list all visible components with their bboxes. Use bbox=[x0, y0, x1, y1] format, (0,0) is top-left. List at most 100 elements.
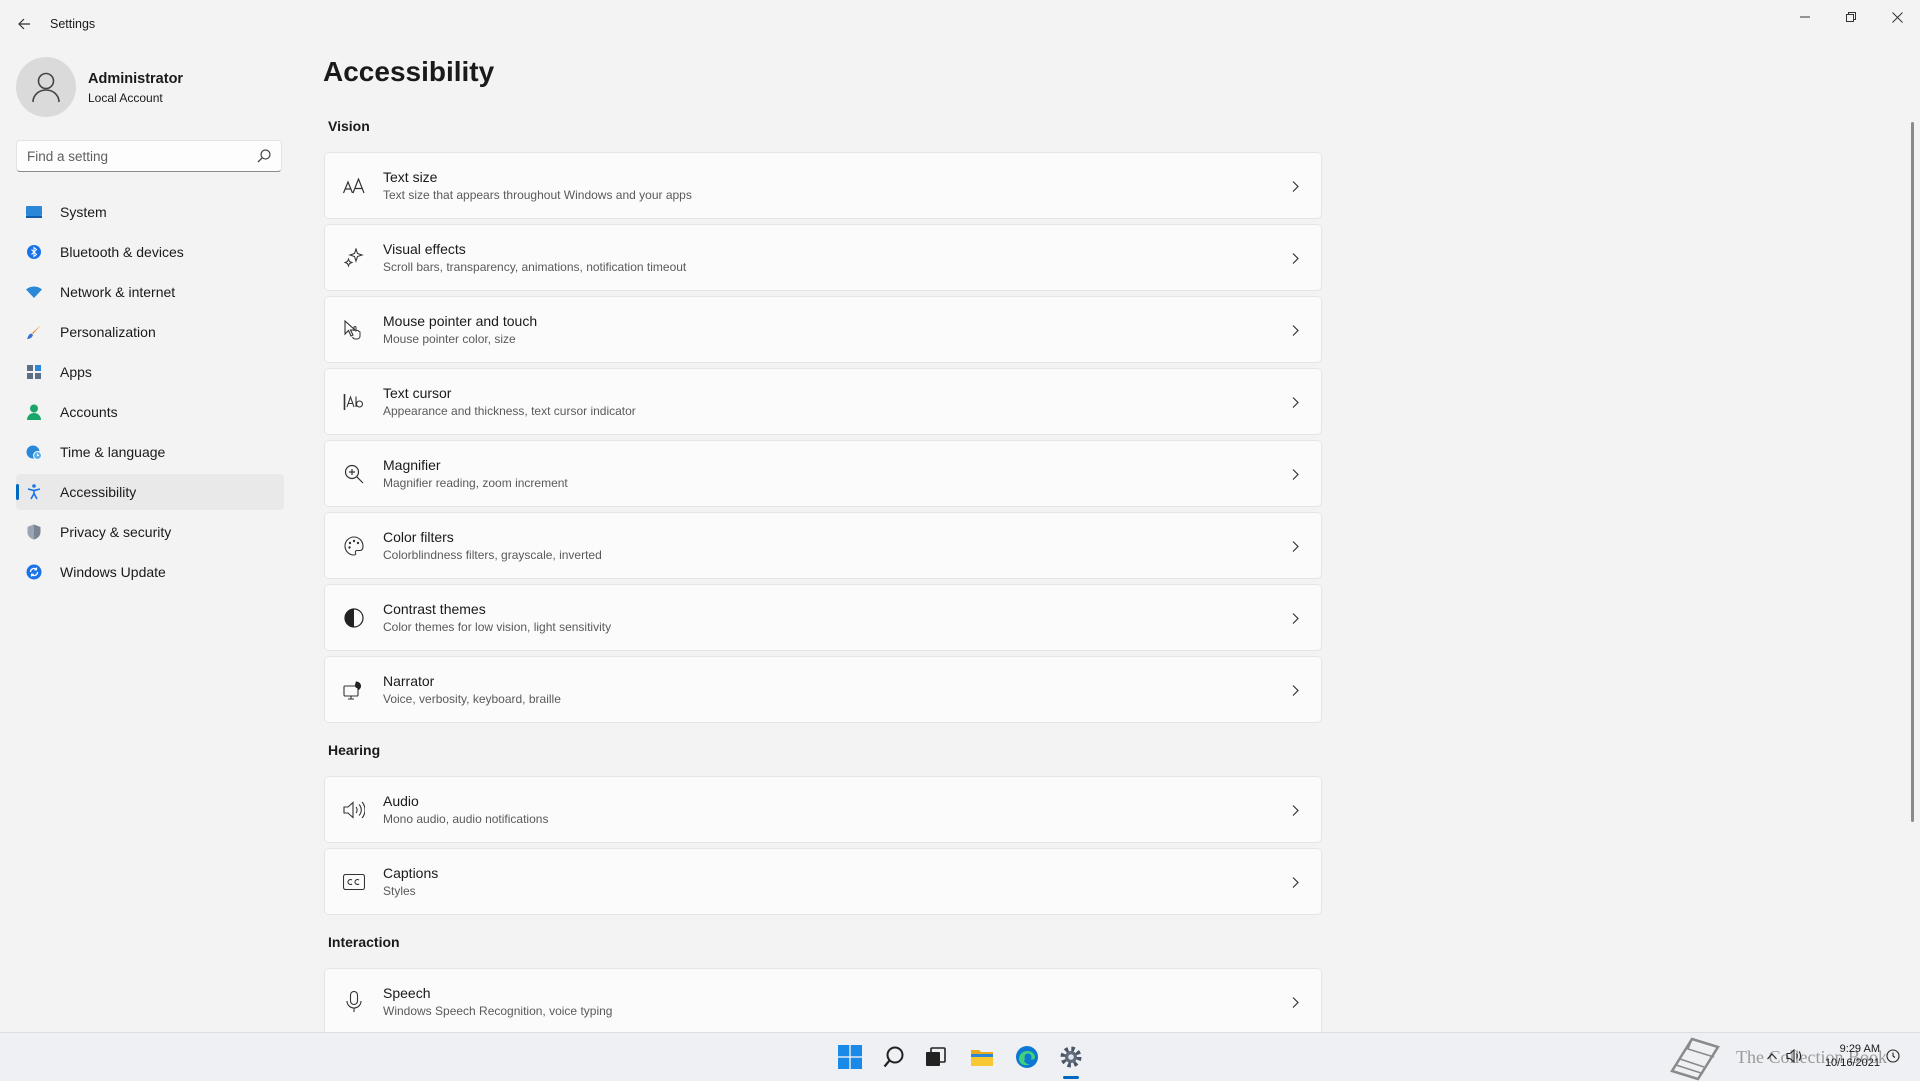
sidebar-item-time-language[interactable]: Time & language bbox=[16, 434, 284, 470]
section-title-vision: Vision bbox=[328, 118, 370, 134]
user-profile[interactable]: Administrator Local Account bbox=[16, 57, 276, 119]
sidebar-item-privacy-security[interactable]: Privacy & security bbox=[16, 514, 284, 550]
settings-taskbar-button[interactable] bbox=[1055, 1041, 1087, 1073]
sidebar-item-system[interactable]: System bbox=[16, 194, 284, 230]
close-icon bbox=[1891, 11, 1903, 23]
windows-logo-icon bbox=[838, 1045, 862, 1069]
search-icon bbox=[883, 1046, 904, 1068]
task-view-icon bbox=[926, 1047, 946, 1066]
chevron-right-icon bbox=[1289, 252, 1301, 264]
contrast-icon bbox=[343, 607, 365, 629]
chevron-right-icon bbox=[1289, 540, 1301, 552]
microphone-icon bbox=[343, 991, 365, 1013]
update-icon bbox=[26, 564, 42, 580]
palette-icon bbox=[343, 535, 365, 557]
setting-card-visual-effects[interactable]: Visual effects Scroll bars, transparency… bbox=[324, 224, 1322, 291]
start-button[interactable] bbox=[834, 1041, 866, 1073]
chevron-right-icon bbox=[1289, 180, 1301, 192]
notifications-button[interactable] bbox=[1884, 1047, 1902, 1065]
setting-card-magnifier[interactable]: Magnifier Magnifier reading, zoom increm… bbox=[324, 440, 1322, 507]
sidebar-item-apps[interactable]: Apps bbox=[16, 354, 284, 390]
setting-card-contrast-themes[interactable]: Contrast themes Color themes for low vis… bbox=[324, 584, 1322, 651]
setting-card-audio[interactable]: Audio Mono audio, audio notifications bbox=[324, 776, 1322, 843]
sidebar-item-network[interactable]: Network & internet bbox=[16, 274, 284, 310]
search-input[interactable] bbox=[17, 141, 267, 171]
chevron-right-icon bbox=[1289, 324, 1301, 336]
back-button[interactable] bbox=[12, 12, 36, 36]
speaker-icon bbox=[1786, 1049, 1802, 1063]
chevron-right-icon bbox=[1289, 468, 1301, 480]
brush-icon bbox=[26, 324, 42, 340]
avatar bbox=[16, 57, 76, 117]
folder-icon bbox=[971, 1050, 993, 1066]
setting-card-mouse-pointer[interactable]: Mouse pointer and touch Mouse pointer co… bbox=[324, 296, 1322, 363]
narrator-icon bbox=[343, 679, 365, 701]
chevron-right-icon bbox=[1289, 396, 1301, 408]
clock[interactable]: 9:29 AM 10/16/2021 bbox=[1816, 1042, 1880, 1070]
chevron-right-icon bbox=[1289, 996, 1301, 1008]
mouse-pointer-icon bbox=[343, 319, 365, 341]
book-icon bbox=[1670, 1037, 1720, 1081]
setting-card-captions[interactable]: Captions Styles bbox=[324, 848, 1322, 915]
search-box bbox=[16, 140, 282, 172]
sidebar-item-bluetooth[interactable]: Bluetooth & devices bbox=[16, 234, 284, 270]
system-icon bbox=[26, 204, 42, 220]
user-name: Administrator bbox=[88, 71, 184, 87]
edge-browser-button[interactable] bbox=[1011, 1041, 1043, 1073]
setting-card-speech[interactable]: Speech Windows Speech Recognition, voice… bbox=[324, 968, 1322, 1032]
edge-icon bbox=[1016, 1046, 1038, 1068]
sidebar-item-windows-update[interactable]: Windows Update bbox=[16, 554, 284, 590]
accessibility-icon bbox=[26, 484, 42, 500]
section-title-interaction: Interaction bbox=[328, 934, 400, 950]
restore-button[interactable] bbox=[1828, 4, 1874, 30]
gear-icon bbox=[1060, 1046, 1082, 1068]
wifi-icon bbox=[26, 284, 42, 300]
window-title: Settings bbox=[50, 17, 96, 31]
scrollbar[interactable] bbox=[1911, 122, 1914, 822]
apps-icon bbox=[26, 364, 42, 380]
search-taskbar-button[interactable] bbox=[878, 1041, 910, 1073]
tray-overflow-button[interactable] bbox=[1763, 1047, 1781, 1065]
page-title: Accessibility bbox=[323, 56, 495, 87]
chevron-right-icon bbox=[1289, 612, 1301, 624]
shield-icon bbox=[26, 524, 42, 540]
setting-card-text-size[interactable]: Text size Text size that appears through… bbox=[324, 152, 1322, 219]
chevron-right-icon bbox=[1289, 876, 1301, 888]
taskbar: The Collection Book 9:29 AM 10/16/2021 bbox=[0, 1032, 1920, 1081]
chevron-up-icon bbox=[1767, 1052, 1777, 1059]
person-icon bbox=[26, 404, 42, 420]
file-explorer-button[interactable] bbox=[966, 1041, 998, 1073]
chevron-right-icon bbox=[1289, 684, 1301, 696]
setting-card-narrator[interactable]: Narrator Voice, verbosity, keyboard, bra… bbox=[324, 656, 1322, 723]
magnifier-icon bbox=[343, 463, 365, 485]
setting-card-text-cursor[interactable]: Text cursor Appearance and thickness, te… bbox=[324, 368, 1322, 435]
back-arrow-icon bbox=[18, 18, 30, 30]
speaker-icon bbox=[343, 799, 365, 821]
sidebar-item-accessibility[interactable]: Accessibility bbox=[16, 474, 284, 510]
minimize-button[interactable] bbox=[1782, 4, 1828, 30]
account-type: Local Account bbox=[88, 91, 163, 105]
sparkle-icon bbox=[343, 247, 365, 269]
sidebar-item-personalization[interactable]: Personalization bbox=[16, 314, 284, 350]
task-view-button[interactable] bbox=[920, 1041, 952, 1073]
sidebar-item-accounts[interactable]: Accounts bbox=[16, 394, 284, 430]
user-icon bbox=[32, 72, 60, 103]
clock-date: 10/16/2021 bbox=[1824, 1057, 1880, 1069]
active-app-indicator bbox=[1063, 1076, 1079, 1079]
volume-tray-button[interactable] bbox=[1785, 1047, 1803, 1065]
bluetooth-icon bbox=[26, 244, 42, 260]
close-button[interactable] bbox=[1874, 4, 1920, 30]
setting-card-color-filters[interactable]: Color filters Colorblindness filters, gr… bbox=[324, 512, 1322, 579]
section-title-hearing: Hearing bbox=[328, 742, 381, 758]
minimize-icon bbox=[1800, 16, 1810, 18]
text-cursor-icon bbox=[343, 391, 365, 413]
clock-time: 9:29 AM bbox=[1839, 1043, 1880, 1055]
title-bar: Settings bbox=[0, 0, 1920, 48]
restore-icon bbox=[1846, 12, 1856, 22]
notification-icon bbox=[1886, 1049, 1900, 1063]
globe-clock-icon bbox=[26, 444, 42, 460]
chevron-right-icon bbox=[1289, 804, 1301, 816]
search-icon[interactable] bbox=[257, 149, 271, 163]
captions-icon bbox=[343, 871, 365, 893]
sidebar-nav: System Bluetooth & devices Network & int… bbox=[16, 194, 284, 594]
